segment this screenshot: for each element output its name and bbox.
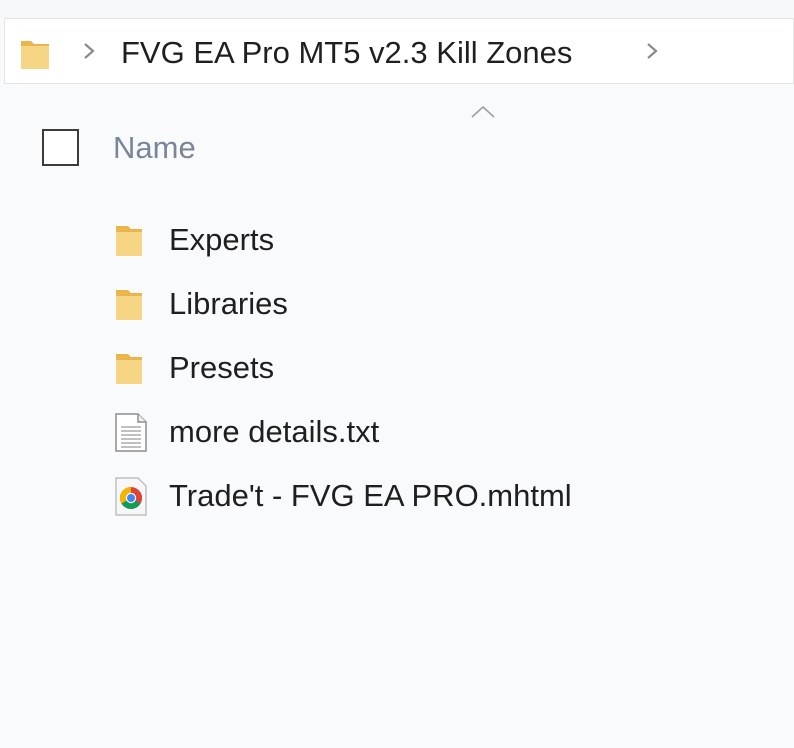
file-name: more details.txt bbox=[169, 414, 380, 449]
file-name: Libraries bbox=[169, 286, 288, 321]
chevron-right-icon[interactable] bbox=[642, 41, 662, 61]
text-file-icon bbox=[115, 413, 147, 452]
folder-icon bbox=[116, 290, 142, 320]
list-item-presets[interactable]: Presets bbox=[0, 336, 794, 400]
select-all-checkbox[interactable] bbox=[42, 129, 79, 166]
file-name: Presets bbox=[169, 350, 275, 385]
list-item-more-details-txt[interactable]: more details.txt bbox=[0, 400, 794, 464]
chevron-up-icon bbox=[471, 105, 495, 118]
folder-icon bbox=[116, 354, 142, 384]
chevron-right-icon[interactable] bbox=[79, 41, 99, 61]
list-item-trade-mhtml[interactable]: Trade't - FVG EA PRO.mhtml bbox=[0, 464, 794, 528]
folder-icon bbox=[116, 226, 142, 256]
file-name: Trade't - FVG EA PRO.mhtml bbox=[169, 478, 572, 513]
list-item-experts[interactable]: Experts bbox=[0, 208, 794, 272]
chrome-icon bbox=[115, 477, 147, 516]
column-header-name[interactable]: Name bbox=[113, 130, 196, 166]
address-bar[interactable]: FVG EA Pro MT5 v2.3 Kill Zones bbox=[4, 18, 794, 84]
folder-icon bbox=[21, 41, 49, 69]
file-name: Experts bbox=[169, 222, 275, 257]
file-explorer-window: FVG EA Pro MT5 v2.3 Kill Zones Name Expe… bbox=[0, 0, 794, 748]
window-top-strip bbox=[0, 0, 794, 18]
list-item-libraries[interactable]: Libraries bbox=[0, 272, 794, 336]
breadcrumb-current-folder[interactable]: FVG EA Pro MT5 v2.3 Kill Zones bbox=[121, 35, 572, 71]
